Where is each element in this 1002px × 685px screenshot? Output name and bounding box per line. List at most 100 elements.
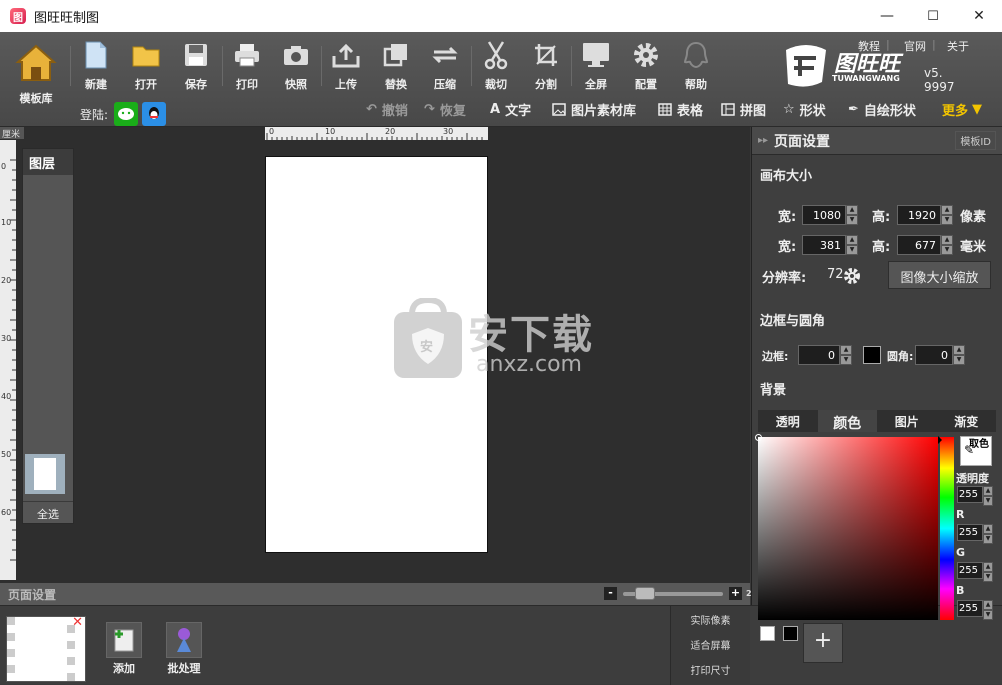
green-stepper[interactable]: 255 ▲ ▼ [957,562,993,582]
collage-button[interactable]: 拼图 [721,98,766,120]
split-button[interactable]: 分割 [523,38,569,94]
color-picker-cursor[interactable] [755,434,762,441]
horizontal-ruler[interactable]: 0 10 20 30 [265,127,488,140]
spin-down-icon[interactable]: ▼ [941,245,953,255]
print-button[interactable]: 打印 [224,38,270,94]
radius-stepper[interactable]: 0 ▲ ▼ [915,345,965,365]
spin-down-icon[interactable]: ▼ [840,355,852,365]
radius-field[interactable]: 0 [915,345,953,365]
spin-down-icon[interactable]: ▼ [983,534,993,544]
opacity-stepper[interactable]: 255 ▲ ▼ [957,486,993,506]
spin-up-icon[interactable]: ▲ [840,345,852,355]
replace-button[interactable]: 替换 [373,38,419,94]
height-mm-field[interactable]: 677 [897,235,941,255]
text-tool-button[interactable]: A 文字 [490,98,531,120]
spin-up-icon[interactable]: ▲ [846,205,858,215]
red-arrows[interactable]: ▲ ▼ [983,524,993,544]
tab-transparent[interactable]: 透明 [758,410,818,432]
fullscreen-button[interactable]: 全屏 [573,38,619,94]
help-button[interactable]: 帮助 [673,38,719,94]
template-id-button[interactable]: 模板ID [955,131,996,150]
blue-arrows[interactable]: ▲ ▼ [983,600,993,620]
fit-screen-button[interactable]: 适合屏幕 [671,631,750,656]
table-button[interactable]: 表格 [658,98,703,120]
image-library-button[interactable]: 图片素材库 [552,98,636,120]
height-mm-arrows[interactable]: ▲ ▼ [941,235,953,255]
delete-page-icon[interactable]: ✕ [72,615,83,630]
height-px-field[interactable]: 1920 [897,205,941,225]
upload-button[interactable]: 上传 [323,38,369,94]
spin-down-icon[interactable]: ▼ [983,496,993,506]
height-px-arrows[interactable]: ▲ ▼ [941,205,953,225]
spin-up-icon[interactable]: ▲ [846,235,858,245]
spin-down-icon[interactable]: ▼ [953,355,965,365]
green-field[interactable]: 255 [957,562,983,579]
print-size-button[interactable]: 打印尺寸 [671,656,750,681]
spin-down-icon[interactable]: ▼ [941,215,953,225]
compress-button[interactable]: 压缩 [422,38,468,94]
spin-up-icon[interactable]: ▲ [983,600,993,610]
image-resize-button[interactable]: 图像大小缩放 [888,261,991,289]
color-picker-area[interactable] [755,434,938,620]
shape-button[interactable]: ☆ 形状 [783,98,826,120]
border-stepper[interactable]: 0 ▲ ▼ [798,345,852,365]
eyedropper-button[interactable]: ✎ 取色 [960,436,992,466]
more-button[interactable]: 更多 ▼ [942,98,982,120]
snapshot-button[interactable]: 快照 [273,38,319,94]
width-mm-field[interactable]: 381 [802,235,846,255]
layer-thumbnail[interactable] [25,454,65,494]
actual-pixels-button[interactable]: 实际像素 [671,606,750,631]
green-arrows[interactable]: ▲ ▼ [983,562,993,582]
red-stepper[interactable]: 255 ▲ ▼ [957,524,993,544]
red-field[interactable]: 255 [957,524,983,541]
hue-marker-icon[interactable] [938,436,942,444]
save-button[interactable]: 保存 [173,38,219,94]
spin-up-icon[interactable]: ▲ [983,486,993,496]
spin-down-icon[interactable]: ▼ [983,610,993,620]
radius-arrows[interactable]: ▲ ▼ [953,345,965,365]
spin-down-icon[interactable]: ▼ [983,572,993,582]
tab-image[interactable]: 图片 [877,410,937,432]
spin-down-icon[interactable]: ▼ [846,215,858,225]
resolution-gear-icon[interactable] [843,267,861,288]
width-px-arrows[interactable]: ▲ ▼ [846,205,858,225]
wechat-login-icon[interactable] [114,102,139,126]
maximize-button[interactable]: ☐ [910,0,956,32]
undo-button[interactable]: ↶ 撤销 [366,98,408,120]
blue-stepper[interactable]: 255 ▲ ▼ [957,600,993,620]
add-swatch-button[interactable]: + [803,623,843,663]
new-button[interactable]: 新建 [73,38,119,94]
swatch-black[interactable] [783,626,798,641]
vertical-ruler[interactable]: 0 10 20 30 40 50 60 [0,140,16,580]
blue-field[interactable]: 255 [957,600,983,617]
width-px-stepper[interactable]: 1080 ▲ ▼ [802,205,858,225]
spin-down-icon[interactable]: ▼ [846,245,858,255]
spin-up-icon[interactable]: ▲ [983,562,993,572]
width-px-field[interactable]: 1080 [802,205,846,225]
swatch-white[interactable] [760,626,775,641]
minimize-button[interactable]: — [864,0,910,32]
zoom-in-button[interactable]: + [729,587,742,600]
tab-color[interactable]: 颜色 [817,410,877,432]
height-mm-stepper[interactable]: 677 ▲ ▼ [897,235,953,255]
height-px-stepper[interactable]: 1920 ▲ ▼ [897,205,953,225]
close-button[interactable]: ✕ [956,0,1002,32]
spin-up-icon[interactable]: ▲ [983,524,993,534]
spin-up-icon[interactable]: ▲ [953,345,965,355]
tab-gradient[interactable]: 渐变 [937,410,997,432]
custom-shape-button[interactable]: ✒ 自绘形状 [848,98,916,120]
zoom-slider-handle[interactable] [635,586,655,600]
spin-up-icon[interactable]: ▲ [941,235,953,245]
redo-button[interactable]: ↷ 恢复 [424,98,466,120]
zoom-slider[interactable] [623,586,723,600]
border-arrows[interactable]: ▲ ▼ [840,345,852,365]
width-mm-arrows[interactable]: ▲ ▼ [846,235,858,255]
opacity-field[interactable]: 255 [957,486,983,503]
border-field[interactable]: 0 [798,345,840,365]
spin-up-icon[interactable]: ▲ [941,205,953,215]
open-button[interactable]: 打开 [123,38,169,94]
opacity-arrows[interactable]: ▲ ▼ [983,486,993,506]
select-all-button[interactable]: 全选 [23,501,73,523]
config-button[interactable]: 配置 [623,38,669,94]
hue-slider[interactable] [938,436,954,620]
